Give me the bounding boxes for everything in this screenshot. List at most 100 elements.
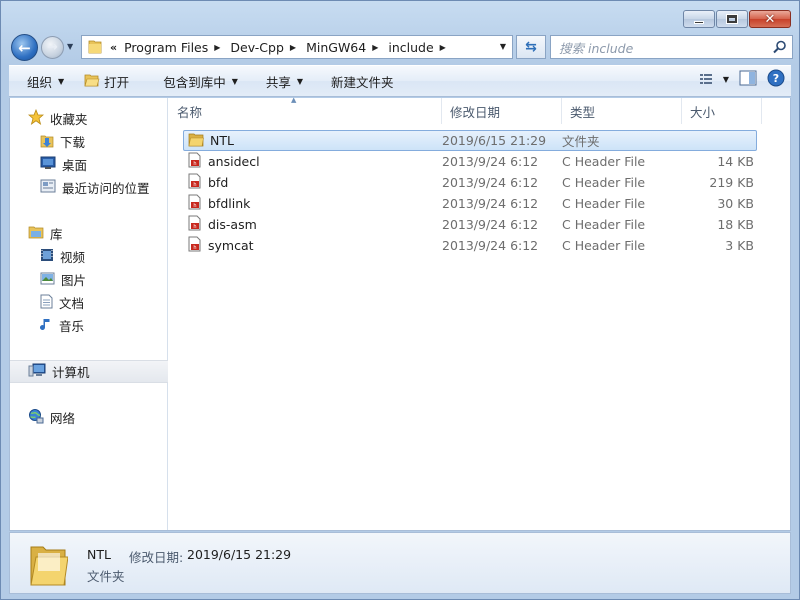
nav-favorites[interactable]: 收藏夹 (10, 107, 168, 130)
pictures-icon (40, 272, 55, 288)
help-button[interactable]: ? (767, 69, 785, 90)
maximize-button[interactable] (716, 10, 748, 28)
nav-computer[interactable]: 计算机 (10, 360, 168, 383)
share-label: 共享 (265, 74, 291, 90)
share-button[interactable]: 共享 ▼ (256, 68, 313, 94)
file-row[interactable]: h ansidecl 2013/9/24 6:12 C Header File … (183, 151, 790, 172)
nav-videos[interactable]: 视频 (10, 245, 168, 268)
file-modified: 2013/9/24 6:12 (442, 196, 539, 211)
file-row[interactable]: h dis-asm 2013/9/24 6:12 C Header File 1… (183, 214, 790, 235)
forward-button[interactable]: → (41, 36, 64, 59)
open-label: 打开 (104, 74, 130, 90)
refresh-button[interactable]: ⇆ (516, 35, 546, 59)
nav-music[interactable]: 音乐 (10, 314, 168, 337)
new-folder-button[interactable]: 新建文件夹 (321, 68, 404, 94)
nav-label: 下载 (60, 135, 86, 150)
search-input[interactable]: 搜索 include (550, 35, 793, 59)
navigation-bar: ← → ▼ « Program Files ▶ Dev-Cpp ▶ MinGW64 ▶… (9, 33, 793, 61)
search-icon[interactable] (773, 40, 787, 57)
caption-buttons: ✕ (683, 10, 791, 28)
video-icon (40, 248, 54, 265)
breadcrumb-arrow-icon[interactable]: ▶ (440, 43, 446, 52)
column-header-type[interactable]: 类型 (562, 98, 682, 124)
file-name: dis-asm (208, 217, 257, 232)
large-folder-icon (28, 541, 69, 590)
breadcrumb-arrow-icon[interactable]: ▶ (372, 43, 378, 52)
file-name-cell: h dis-asm (184, 215, 442, 234)
close-icon: ✕ (764, 11, 776, 27)
nav-documents[interactable]: 文档 (10, 291, 168, 314)
file-name: ansidecl (208, 154, 260, 169)
file-row[interactable]: h bfd 2013/9/24 6:12 C Header File 219 K… (183, 172, 790, 193)
header-file-icon: h (188, 194, 202, 213)
nav-network[interactable]: 网络 (10, 406, 168, 429)
new-folder-label: 新建文件夹 (331, 74, 394, 90)
nav-label: 最近访问的位置 (62, 181, 150, 196)
file-name-cell: h bfd (184, 173, 442, 192)
file-size: 18 KB (717, 217, 754, 232)
header-file-icon: h (188, 236, 202, 255)
file-modified: 2013/9/24 6:12 (442, 175, 539, 190)
file-type: C Header File (562, 175, 646, 190)
file-type: C Header File (562, 196, 646, 211)
nav-pictures[interactable]: 图片 (10, 268, 168, 291)
computer-icon (28, 363, 46, 380)
svg-text:h: h (193, 245, 196, 251)
nav-label: 桌面 (62, 158, 88, 173)
breadcrumb-arrow-icon[interactable]: ▶ (290, 43, 296, 52)
file-name-cell: h symcat (184, 236, 442, 255)
open-folder-icon (84, 73, 100, 90)
explorer-window: ✕ ← → ▼ « Program Files ▶ Dev-Cpp ▶ MinGW6… (0, 0, 800, 600)
minimize-button[interactable] (683, 10, 715, 28)
header-file-icon: h (188, 152, 202, 171)
close-button[interactable]: ✕ (749, 10, 791, 28)
file-name: NTL (210, 133, 234, 148)
breadcrumb-arrow-icon[interactable]: ▶ (214, 43, 220, 52)
column-header-size[interactable]: 大小 (682, 98, 762, 124)
nav-label: 视频 (60, 250, 86, 265)
search-placeholder: 搜索 include (559, 40, 634, 56)
content-area: 收藏夹 下载 桌面 最近访问的位置 库 视频 图片 文档 音乐 计算机 网络 ▲… (9, 96, 791, 531)
minimize-icon (694, 20, 704, 24)
address-overflow-chevron[interactable]: « (110, 41, 117, 54)
preview-pane-button[interactable] (739, 70, 757, 89)
preview-pane-icon (739, 70, 757, 86)
breadcrumb-program-files[interactable]: Program Files ▶ (121, 40, 227, 55)
file-row[interactable]: h symcat 2013/9/24 6:12 C Header File 3 … (183, 235, 790, 256)
breadcrumb-label: MinGW64 (306, 39, 367, 55)
command-bar: 组织 ▼ 打开 包含到库中 ▼ 共享 ▼ 新建文件夹 ▼ ? (9, 65, 791, 97)
file-size: 14 KB (717, 154, 754, 169)
breadcrumb-mingw64[interactable]: MinGW64 ▶ (303, 40, 385, 55)
column-label: 修改日期 (450, 104, 501, 120)
address-bar[interactable]: « Program Files ▶ Dev-Cpp ▶ MinGW64 ▶ inclu… (81, 35, 513, 59)
file-row[interactable]: NTL 2019/6/15 21:29 文件夹 (183, 130, 757, 151)
recent-pages-dropdown-icon[interactable]: ▼ (67, 42, 73, 51)
column-header-modified[interactable]: 修改日期 (442, 98, 562, 124)
nav-label: 图片 (61, 273, 87, 288)
nav-downloads[interactable]: 下载 (10, 130, 168, 153)
svg-text:h: h (193, 224, 196, 230)
include-in-library-button[interactable]: 包含到库中 ▼ (153, 68, 248, 94)
details-modified-value: 2019/6/15 21:29 (187, 547, 292, 562)
address-dropdown-icon[interactable]: ▼ (500, 42, 506, 51)
file-name: bfd (208, 175, 229, 190)
nav-desktop[interactable]: 桌面 (10, 153, 168, 176)
nav-label: 库 (50, 227, 63, 242)
file-row[interactable]: h bfdlink 2013/9/24 6:12 C Header File 3… (183, 193, 790, 214)
library-icon (28, 225, 44, 242)
organize-button[interactable]: 组织 ▼ (17, 68, 74, 94)
file-modified: 2013/9/24 6:12 (442, 217, 539, 232)
breadcrumb-dev-cpp[interactable]: Dev-Cpp ▶ (227, 40, 303, 55)
view-controls: ▼ ? (699, 69, 785, 90)
file-name: symcat (208, 238, 254, 253)
nav-recent-places[interactable]: 最近访问的位置 (10, 176, 168, 199)
file-size: 30 KB (717, 196, 754, 211)
breadcrumb-include[interactable]: include ▶ (385, 40, 452, 55)
sort-ascending-icon: ▲ (291, 96, 297, 104)
change-view-button[interactable]: ▼ (699, 73, 729, 87)
nav-label: 文档 (59, 296, 85, 311)
column-header-name[interactable]: ▲ 名称 (169, 96, 442, 124)
back-button[interactable]: ← (11, 34, 38, 61)
open-button[interactable]: 打开 (74, 68, 139, 94)
nav-libraries[interactable]: 库 (10, 222, 168, 245)
